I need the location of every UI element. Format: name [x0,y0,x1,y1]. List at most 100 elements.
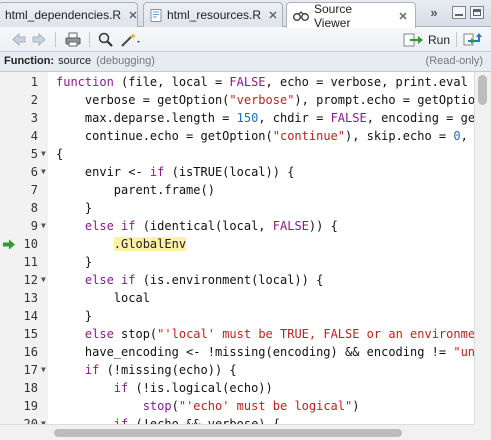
code-token: (identical(local, [135,219,273,233]
code-line: 16 have_encoding <- !missing(encoding) &… [0,343,474,361]
code-token: envir <- [56,165,150,179]
code-line: 13 local [0,289,474,307]
fold-toggle-icon[interactable]: ▼ [41,145,46,163]
tab-html-resources[interactable]: html_resources.R [143,2,283,27]
forward-arrow-icon[interactable] [30,31,48,48]
line-number: 9 [30,219,38,233]
function-label: Function: [4,55,55,67]
code-token: } [56,255,93,269]
code-token: ), prompt.echo = getOption( [294,93,474,107]
line-number: 11 [23,255,38,269]
search-icon[interactable] [97,31,115,48]
code-token: if [113,417,129,424]
vertical-scrollbar[interactable] [474,72,491,424]
code-line: 7 parent.frame() [0,181,474,199]
code-line: 10 .GlobalEnv [0,235,474,253]
code-text: if (!echo && verbose) { [56,415,280,424]
tab-overflow-button[interactable]: » [424,4,444,22]
code-line: 1 function (file, local = FALSE, echo = v… [0,73,474,91]
toolbar-divider [55,32,56,47]
print-icon[interactable] [64,31,82,48]
code-editor[interactable]: 1 function (file, local = FALSE, echo = v… [0,72,474,424]
run-button-label: Run [428,32,451,47]
code-token: stop( [113,327,158,341]
line-number: 5 [30,147,38,161]
code-token: , echo = verbose, print.eval = [265,75,474,89]
code-token: if [149,165,165,179]
code-token: if [113,381,129,395]
code-token: function [56,75,114,89]
code-token: , ke [460,129,468,143]
code-token: have_encoding <- !missing(encoding) && e… [56,345,454,359]
code-token: else if [84,273,136,287]
close-icon[interactable] [127,9,139,21]
tab-label: html_resources.R [167,8,262,22]
code-text: envir <- if (isTRUE(local)) { [56,163,295,181]
code-text: } [56,307,92,325]
code-token: continue.echo = getOption( [56,129,273,143]
highlighted-token: .GlobalEnv [113,237,187,251]
fold-toggle-icon[interactable]: ▼ [41,361,46,379]
code-token: local [56,291,150,305]
magic-wand-icon[interactable] [120,31,142,48]
code-line: 3 max.deparse.length = 150, chdir = FALS… [0,109,474,127]
fold-toggle-icon[interactable]: ▼ [41,217,46,235]
line-number: 16 [23,345,38,359]
code-token: } [56,309,93,323]
tab-source-viewer[interactable]: Source Viewer [286,2,416,30]
code-text: else if (identical(local, FALSE)) { [56,217,338,235]
horizontal-scrollbar[interactable] [0,424,474,440]
minimize-pane-button[interactable] [452,6,466,19]
line-number: 15 [23,327,38,341]
code-line: 5 ▼ { [0,145,474,163]
function-name: source [58,55,92,67]
code-token: (is.environment(local)) { [135,273,324,287]
code-text: stop("'echo' must be logical") [56,397,360,415]
code-token: verbose = getOption( [56,93,230,107]
tab-bar: html_dependencies.R html_resources.R Sou… [0,0,491,30]
line-number: 10 [23,237,38,251]
code-text: parent.frame() [56,181,215,199]
line-number: 7 [30,183,38,197]
horizontal-scroll-thumb[interactable] [54,429,402,437]
line-number: 19 [23,399,38,413]
run-button[interactable]: Run [403,30,450,49]
code-line: 6 ▼ envir <- if (isTRUE(local)) { [0,163,474,181]
line-number: 3 [30,111,38,125]
back-arrow-icon[interactable] [10,31,28,48]
fold-toggle-icon[interactable]: ▼ [41,271,46,289]
code-token: max.deparse.length = [56,111,237,125]
code-token: 0 [453,129,461,143]
code-text: else stop("'local' must be TRUE, FALSE o… [56,325,474,343]
line-number: 6 [30,165,38,179]
fold-toggle-icon[interactable]: ▼ [41,163,46,181]
code-token: (isTRUE(local)) { [164,165,295,179]
code-text: .GlobalEnv [56,235,187,253]
vertical-scroll-thumb[interactable] [478,75,487,105]
fold-toggle-icon[interactable]: ▼ [41,415,46,424]
code-token: (file, local = [113,75,230,89]
line-number: 13 [23,291,38,305]
code-token: else if [84,219,136,233]
code-token: (!echo && verbose) { [128,417,280,424]
code-text: else if (is.environment(local)) { [56,271,323,289]
code-token: (!is.logical(echo)) [128,381,273,395]
code-token: (!missing(echo)) { [99,363,237,377]
close-icon[interactable] [267,9,279,21]
line-number: 20 [23,417,38,424]
maximize-pane-button[interactable] [470,6,484,19]
code-line: 8 } [0,199,474,217]
close-icon[interactable] [397,10,409,22]
code-token: ) [352,399,360,413]
code-token: parent.frame() [56,183,215,197]
code-token: if [84,363,100,377]
source-with-echo-icon[interactable] [463,31,485,48]
tab-html-dependencies[interactable]: html_dependencies.R [0,2,138,27]
code-token: 150 [236,111,259,125]
code-text: if (!missing(echo)) { [56,361,237,379]
code-text: } [56,199,92,217]
code-token: "unkn [453,345,474,359]
